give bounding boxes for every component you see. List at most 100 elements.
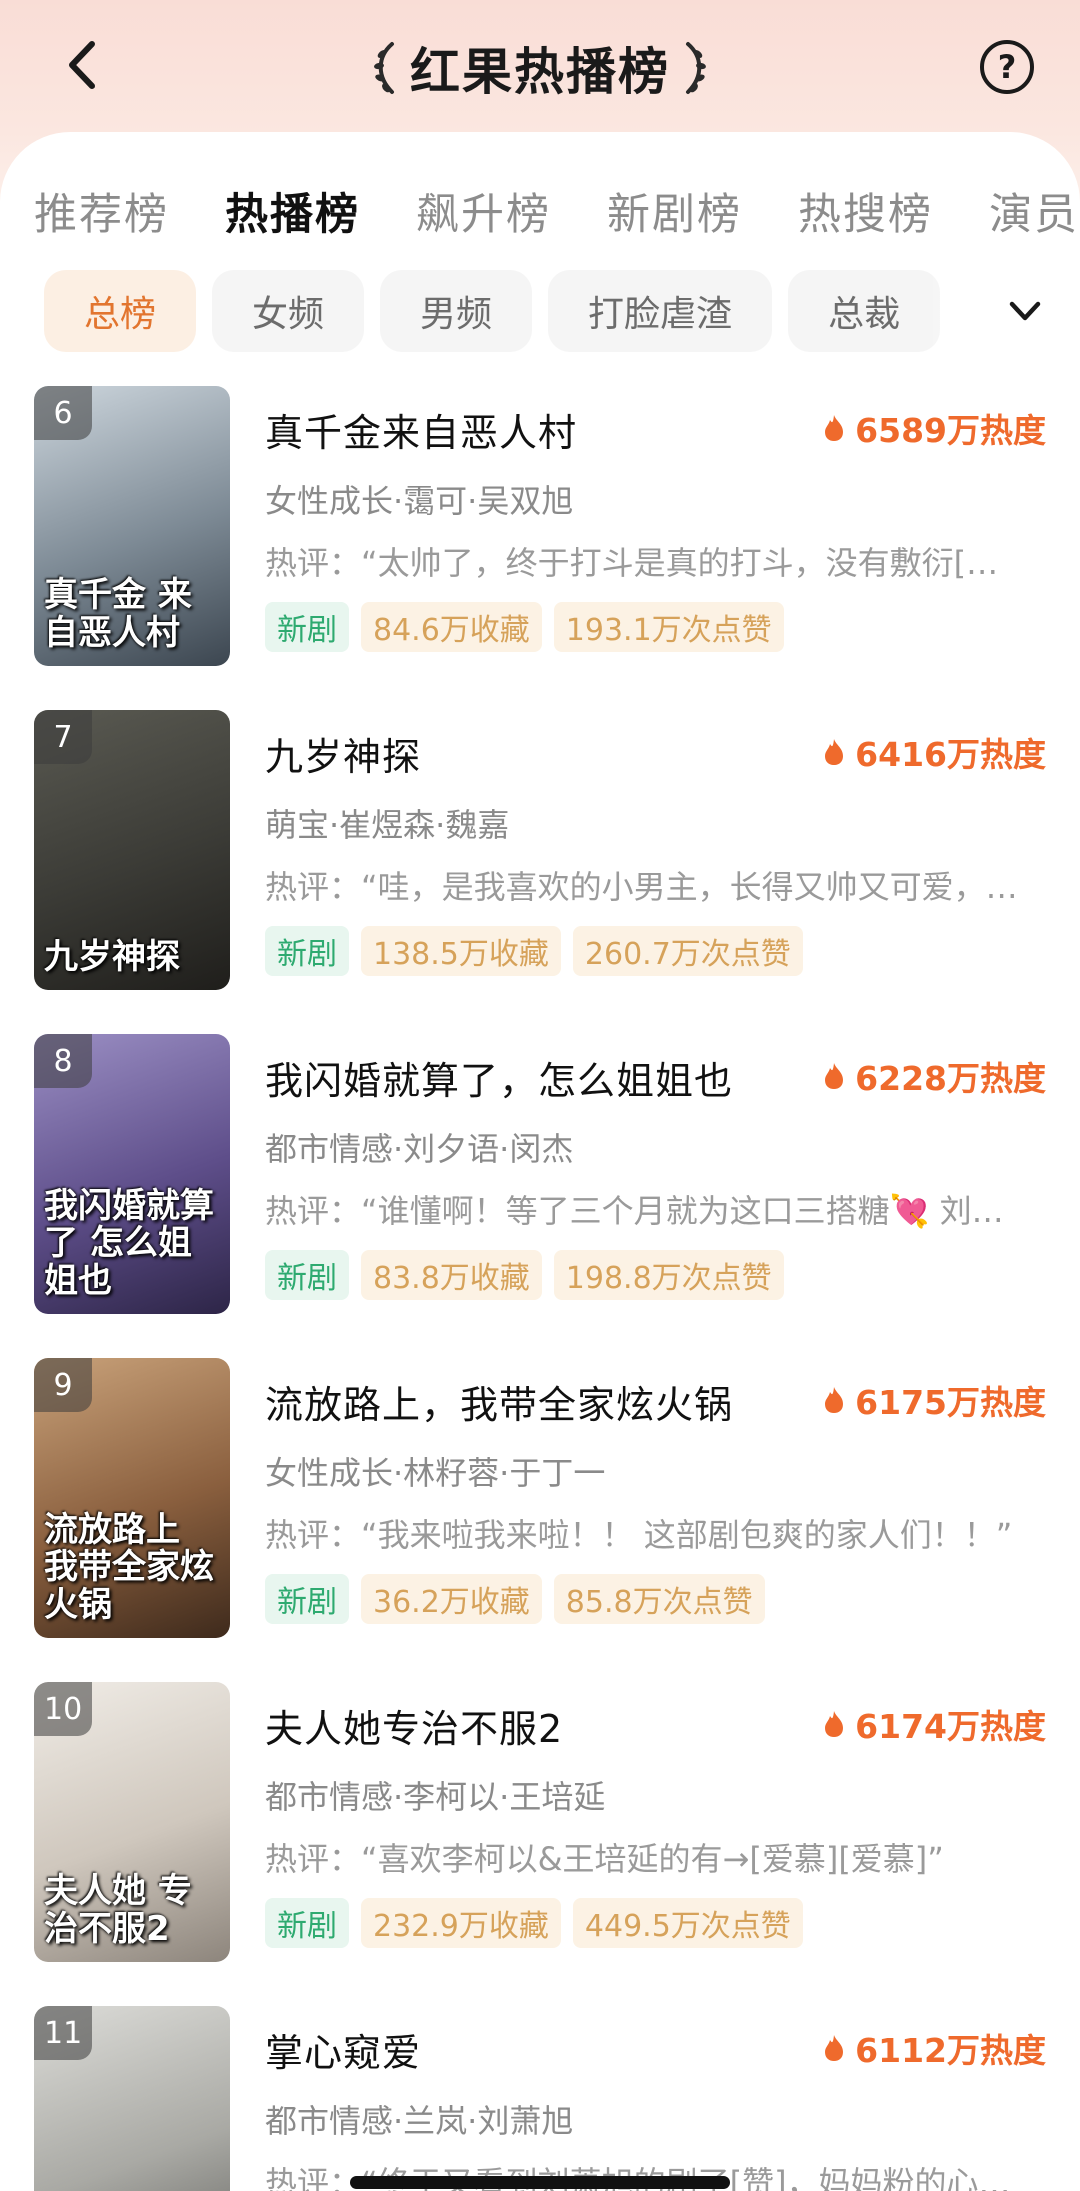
- heat-indicator: 6175万热度: [823, 1376, 1046, 1424]
- rank-badge: 6: [34, 386, 92, 440]
- new-drama-tag: 新剧: [265, 1250, 349, 1300]
- tab-hot-search[interactable]: 热搜榜: [798, 180, 933, 240]
- tag-row: 新剧 232.9万收藏 449.5万次点赞: [265, 1898, 803, 1948]
- chip-female[interactable]: 女频: [212, 270, 365, 352]
- like-count-tag: 193.1万次点赞: [553, 602, 784, 652]
- heat-value: 6112万热度: [855, 2031, 1046, 2070]
- like-count-tag: 198.8万次点赞: [553, 1250, 784, 1300]
- tag-row: 新剧 84.6万收藏 193.1万次点赞: [265, 602, 784, 652]
- flame-icon: [825, 1063, 844, 1089]
- hot-review: 热评：“谁懂啊！等了三个月就为这口三搭糖💘 刘…: [265, 1192, 1004, 1230]
- drama-meta: 都市情感·刘夕语·闵杰: [265, 1130, 574, 1168]
- tag-row: 新剧 138.5万收藏 260.7万次点赞: [265, 926, 803, 976]
- chip-ceo[interactable]: 总裁: [788, 270, 941, 352]
- heat-value: 6416万热度: [855, 735, 1046, 774]
- poster-image[interactable]: 8 我闪婚就算了 怎么姐姐也: [34, 1034, 230, 1314]
- poster-title-art: 夫人她 专治不服2: [44, 1871, 192, 1949]
- drama-meta: 都市情感·兰岚·刘萧旭: [265, 2102, 574, 2140]
- new-drama-tag: 新剧: [265, 602, 349, 652]
- tag-row: 新剧 36.2万收藏 85.8万次点赞: [265, 1574, 765, 1624]
- drama-meta: 女性成长·林籽蓉·于丁一: [265, 1454, 606, 1492]
- poster-image[interactable]: 7 九岁神探: [34, 710, 230, 990]
- rank-badge: 8: [34, 1034, 92, 1088]
- home-indicator[interactable]: [350, 2176, 730, 2189]
- heat-value: 6175万热度: [855, 1383, 1046, 1422]
- tab-actors[interactable]: 演员: [989, 180, 1079, 240]
- tab-hot-play[interactable]: 热播榜: [225, 180, 360, 240]
- like-count-tag: 85.8万次点赞: [553, 1574, 765, 1624]
- drama-title[interactable]: 夫人她专治不服2: [265, 1698, 563, 1753]
- collect-count-tag: 138.5万收藏: [361, 926, 561, 976]
- laurel-left-icon: [374, 42, 394, 94]
- poster-title-art: 我闪婚就算了 怎么姐姐也: [44, 1185, 214, 1301]
- chip-male[interactable]: 男频: [380, 270, 533, 352]
- heat-indicator: 6112万热度: [823, 2024, 1046, 2072]
- heat-indicator: 6228万热度: [823, 1052, 1046, 1100]
- category-chips: 总榜 女频 男频 打脸虐渣 总裁: [44, 270, 941, 352]
- list-item[interactable]: 8 我闪婚就算了 怎么姐姐也 我闪婚就算了，怎么姐姐也 6228万热度 都市情感…: [0, 1034, 1080, 1314]
- like-count-tag: 260.7万次点赞: [572, 926, 803, 976]
- poster-image[interactable]: 11: [34, 2006, 230, 2191]
- tab-recommend[interactable]: 推荐榜: [34, 180, 169, 240]
- drama-title[interactable]: 真千金来自恶人村: [265, 402, 577, 457]
- flame-icon: [825, 739, 844, 765]
- drama-meta: 都市情感·李柯以·王培延: [265, 1778, 606, 1816]
- rank-badge: 10: [34, 1682, 93, 1736]
- tab-new-drama[interactable]: 新剧榜: [607, 180, 742, 240]
- poster-image[interactable]: 6 真千金 来自恶人村: [34, 386, 230, 666]
- rank-badge: 7: [34, 710, 92, 764]
- question-icon: ?: [997, 48, 1017, 86]
- heat-value: 6174万热度: [855, 1707, 1046, 1746]
- new-drama-tag: 新剧: [265, 1898, 349, 1948]
- chip-revenge[interactable]: 打脸虐渣: [548, 270, 773, 352]
- ranking-tabs: 推荐榜 热播榜 飙升榜 新剧榜 热搜榜 演员: [34, 180, 1079, 240]
- collect-count-tag: 84.6万收藏: [361, 602, 542, 652]
- poster-image[interactable]: 9 流放路上 我带全家炫火锅: [34, 1358, 230, 1638]
- poster-title-art: 真千金 来自恶人村: [44, 575, 192, 653]
- drama-title[interactable]: 我闪婚就算了，怎么姐姐也: [265, 1050, 733, 1105]
- heat-indicator: 6416万热度: [823, 728, 1046, 776]
- rank-badge: 9: [34, 1358, 92, 1412]
- hot-review: 热评：“我来啦我来啦！！ 这部剧包爽的家人们！！”: [265, 1516, 1013, 1554]
- collect-count-tag: 36.2万收藏: [361, 1574, 542, 1624]
- drama-title[interactable]: 九岁神探: [265, 726, 421, 781]
- drama-meta: 萌宝·崔煜森·魏嘉: [265, 806, 510, 844]
- flame-icon: [825, 415, 844, 441]
- tag-row: 新剧 83.8万收藏 198.8万次点赞: [265, 1250, 784, 1300]
- tab-rising[interactable]: 飙升榜: [416, 180, 551, 240]
- poster-title-art: 九岁神探: [44, 936, 180, 977]
- heat-indicator: 6174万热度: [823, 1700, 1046, 1748]
- page-title: 红果热播榜: [410, 43, 670, 101]
- hot-review: 热评：“哇，是我喜欢的小男主，长得又帅又可爱，…: [265, 868, 1018, 906]
- collect-count-tag: 232.9万收藏: [361, 1898, 561, 1948]
- drama-title[interactable]: 流放路上，我带全家炫火锅: [265, 1374, 733, 1429]
- list-item[interactable]: 7 九岁神探 九岁神探 6416万热度 萌宝·崔煜森·魏嘉 热评：“哇，是我喜欢…: [0, 710, 1080, 990]
- list-item[interactable]: 6 真千金 来自恶人村 真千金来自恶人村 6589万热度 女性成长·霭可·吴双旭…: [0, 386, 1080, 666]
- drama-meta: 女性成长·霭可·吴双旭: [265, 482, 574, 520]
- poster-title-art: 流放路上 我带全家炫火锅: [44, 1509, 214, 1625]
- hot-review: 热评：“太帅了，终于打斗是真的打斗，没有敷衍[…: [265, 544, 999, 582]
- flame-icon: [825, 2035, 844, 2061]
- heat-indicator: 6589万热度: [823, 404, 1046, 452]
- list-item[interactable]: 10 夫人她 专治不服2 夫人她专治不服2 6174万热度 都市情感·李柯以·王…: [0, 1682, 1080, 1962]
- rank-badge: 11: [34, 2006, 93, 2060]
- flame-icon: [825, 1711, 844, 1737]
- collect-count-tag: 83.8万收藏: [361, 1250, 542, 1300]
- new-drama-tag: 新剧: [265, 926, 349, 976]
- new-drama-tag: 新剧: [265, 1574, 349, 1624]
- list-item[interactable]: 9 流放路上 我带全家炫火锅 流放路上，我带全家炫火锅 6175万热度 女性成长…: [0, 1358, 1080, 1638]
- hot-review: 热评：“喜欢李柯以&王培延的有→[爱慕][爱慕]”: [265, 1840, 944, 1878]
- heat-value: 6228万热度: [855, 1059, 1046, 1098]
- chevron-down-icon[interactable]: [1006, 292, 1044, 330]
- header: 红果热播榜 ?: [0, 0, 1080, 135]
- list-item[interactable]: 11 掌心窥爱 6112万热度 都市情感·兰岚·刘萧旭 热评：“终于又看到刘萧旭…: [0, 2006, 1080, 2191]
- laurel-right-icon: [686, 42, 706, 94]
- chip-all[interactable]: 总榜: [44, 270, 197, 352]
- flame-icon: [825, 1387, 844, 1413]
- help-button[interactable]: ?: [980, 40, 1034, 94]
- chips-fade-overlay: [930, 262, 1080, 360]
- page-title-container: 红果热播榜: [0, 32, 1080, 108]
- drama-title[interactable]: 掌心窥爱: [265, 2022, 421, 2077]
- heat-value: 6589万热度: [855, 411, 1046, 450]
- poster-image[interactable]: 10 夫人她 专治不服2: [34, 1682, 230, 1962]
